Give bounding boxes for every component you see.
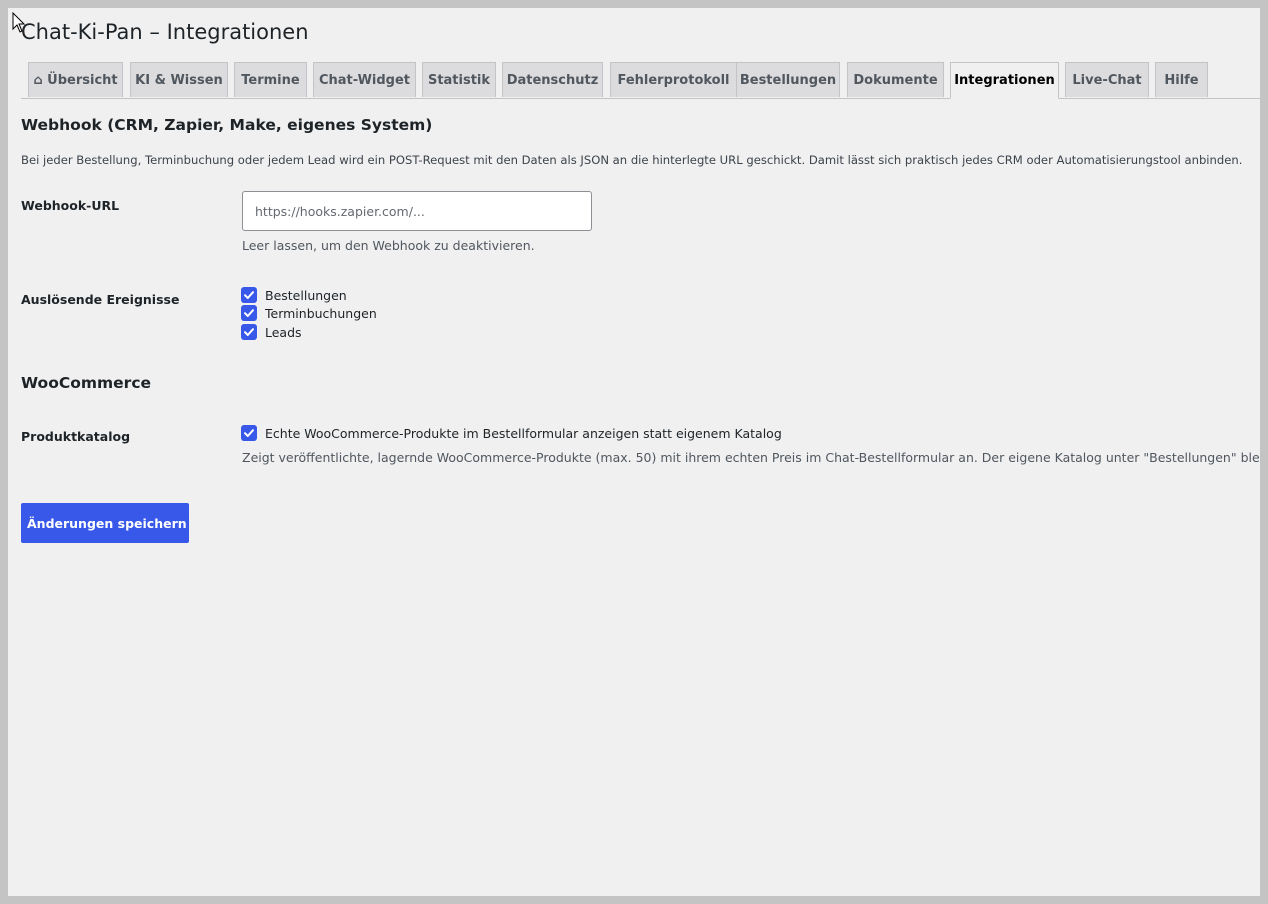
tab-dokumente[interactable]: Dokumente	[847, 62, 944, 97]
mouse-cursor-icon	[12, 12, 26, 33]
tab-bar: ⌂ Übersicht KI & Wissen Termine Chat-Wid…	[21, 62, 1260, 99]
tab-integrationen[interactable]: Integrationen	[950, 62, 1059, 99]
event-option-terminbuchungen: Terminbuchungen	[241, 304, 377, 322]
event-option-bestellungen: Bestellungen	[241, 286, 347, 304]
webhook-url-label: Webhook-URL	[21, 198, 120, 213]
tab-live-chat[interactable]: Live-Chat	[1065, 62, 1149, 97]
woocommerce-section-title: WooCommerce	[21, 374, 152, 392]
tab-statistik[interactable]: Statistik	[422, 62, 496, 97]
page-title: Chat-Ki-Pan – Integrationen	[21, 20, 309, 44]
tab-ki-wissen[interactable]: KI & Wissen	[130, 62, 228, 97]
tab-datenschutz[interactable]: Datenschutz	[502, 62, 603, 97]
catalog-checkbox-label: Echte WooCommerce-Produkte im Bestellfor…	[265, 425, 782, 441]
checkmark-icon	[244, 429, 254, 437]
checkmark-icon	[244, 328, 254, 336]
webhook-url-input[interactable]	[242, 191, 592, 231]
events-label: Auslösende Ereignisse	[21, 292, 180, 307]
checkmark-icon	[244, 291, 254, 299]
catalog-hint: Zeigt veröffentlichte, lagernde WooComme…	[242, 450, 1260, 465]
webhook-section-title: Webhook (CRM, Zapier, Make, eigenes Syst…	[21, 116, 433, 134]
event-leads-label: Leads	[265, 324, 302, 340]
catalog-checkbox[interactable]	[241, 425, 257, 441]
event-terminbuchungen-label: Terminbuchungen	[265, 305, 377, 321]
tab-hilfe[interactable]: Hilfe	[1155, 62, 1208, 97]
event-bestellungen-checkbox[interactable]	[241, 287, 257, 303]
tab-termine[interactable]: Termine	[234, 62, 307, 97]
save-changes-button[interactable]: Änderungen speichern	[21, 503, 189, 543]
checkmark-icon	[244, 309, 254, 317]
event-option-leads: Leads	[241, 323, 302, 341]
event-leads-checkbox[interactable]	[241, 324, 257, 340]
tab-bestellungen[interactable]: Bestellungen	[736, 62, 840, 97]
admin-page: Chat-Ki-Pan – Integrationen ⌂ Übersicht …	[8, 8, 1260, 896]
webhook-url-hint: Leer lassen, um den Webhook zu deaktivie…	[242, 238, 535, 253]
webhook-description: Bei jeder Bestellung, Terminbuchung oder…	[21, 153, 1243, 167]
tab-chat-widget[interactable]: Chat-Widget	[313, 62, 416, 97]
event-bestellungen-label: Bestellungen	[265, 287, 347, 303]
event-terminbuchungen-checkbox[interactable]	[241, 305, 257, 321]
tab-fehlerprotokoll[interactable]: Fehlerprotokoll	[610, 62, 737, 97]
catalog-label: Produktkatalog	[21, 429, 131, 444]
tab-uebersicht[interactable]: ⌂ Übersicht	[28, 62, 123, 97]
catalog-option: Echte WooCommerce-Produkte im Bestellfor…	[241, 424, 782, 442]
